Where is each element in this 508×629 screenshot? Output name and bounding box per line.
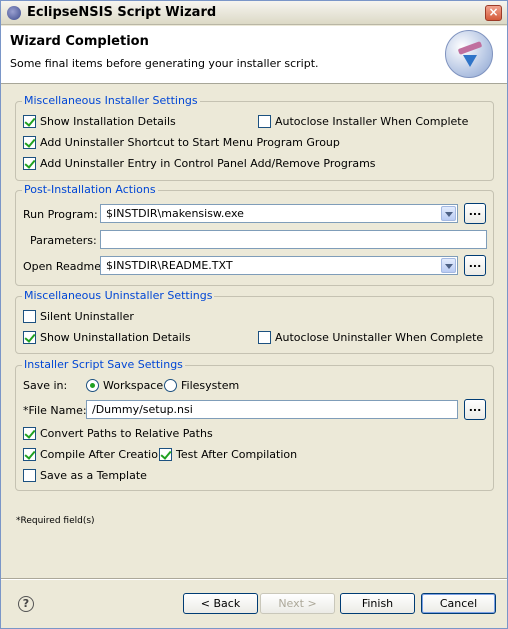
checkbox-box[interactable]	[23, 468, 36, 482]
convert-paths-checkbox[interactable]: Convert Paths to Relative Paths	[23, 425, 213, 441]
wizard-window: EclipseNSIS Script Wizard × Wizard Compl…	[0, 0, 508, 629]
checkbox-box[interactable]	[23, 426, 36, 440]
radio-label: Filesystem	[181, 378, 240, 392]
window-title: EclipseNSIS Script Wizard	[27, 5, 217, 20]
post-installation-group: Post-Installation Actions Run Program: $…	[15, 183, 494, 286]
run-program-combo[interactable]: $INSTDIR\makensisw.exe	[100, 204, 458, 223]
silent-uninstaller-checkbox[interactable]: Silent Uninstaller	[23, 308, 134, 324]
next-button: Next >	[260, 593, 335, 614]
checkbox-box[interactable]	[23, 135, 36, 149]
open-readme-browse-button[interactable]: ...	[464, 255, 486, 276]
misc-uninstaller-legend: Miscellaneous Uninstaller Settings	[22, 289, 215, 302]
wizard-logo-icon	[445, 30, 493, 78]
save-in-label: Save in:	[23, 379, 68, 392]
help-icon[interactable]: ?	[18, 596, 34, 612]
checkbox-label: Convert Paths to Relative Paths	[40, 426, 213, 440]
checkbox-box[interactable]	[23, 330, 36, 344]
save-as-template-checkbox[interactable]: Save as a Template	[23, 467, 147, 483]
uninstaller-shortcut-checkbox[interactable]: Add Uninstaller Shortcut to Start Menu P…	[23, 134, 340, 150]
radio-circle[interactable]	[164, 378, 177, 392]
radio-circle[interactable]	[86, 378, 99, 392]
required-fields-note: *Required field(s)	[16, 516, 95, 526]
back-button[interactable]: < Back	[183, 593, 258, 614]
show-uninstallation-details-checkbox[interactable]: Show Uninstallation Details	[23, 329, 191, 345]
autoclose-uninstaller-checkbox[interactable]: Autoclose Uninstaller When Complete	[258, 329, 483, 345]
compile-after-creation-checkbox[interactable]: Compile After Creation	[23, 446, 165, 462]
checkbox-label: Add Uninstaller Entry in Control Panel A…	[40, 156, 376, 170]
save-settings-legend: Installer Script Save Settings	[22, 358, 185, 371]
checkbox-box[interactable]	[23, 114, 36, 128]
title-bar[interactable]: EclipseNSIS Script Wizard ×	[1, 1, 507, 25]
close-button[interactable]: ×	[485, 5, 502, 21]
chevron-down-icon[interactable]	[441, 258, 456, 273]
uninstaller-entry-checkbox[interactable]: Add Uninstaller Entry in Control Panel A…	[23, 155, 376, 171]
eclipse-nsis-icon	[7, 6, 21, 20]
checkbox-box[interactable]	[23, 447, 36, 461]
parameters-input[interactable]	[100, 230, 487, 249]
misc-installer-legend: Miscellaneous Installer Settings	[22, 94, 200, 107]
finish-button[interactable]: Finish	[340, 593, 415, 614]
workspace-radio[interactable]: Workspace	[86, 377, 163, 393]
checkbox-box[interactable]	[258, 330, 271, 344]
post-installation-legend: Post-Installation Actions	[22, 183, 158, 196]
autoclose-installer-checkbox[interactable]: Autoclose Installer When Complete	[258, 113, 468, 129]
wizard-header: Wizard Completion Some final items befor…	[1, 26, 507, 84]
checkbox-label: Add Uninstaller Shortcut to Start Menu P…	[40, 135, 340, 149]
run-program-value: $INSTDIR\makensisw.exe	[106, 207, 244, 220]
checkbox-box[interactable]	[23, 309, 36, 323]
checkbox-label: Save as a Template	[40, 468, 147, 482]
file-name-label: *File Name:	[23, 404, 87, 417]
run-program-label: Run Program:	[23, 208, 98, 221]
test-after-compilation-checkbox[interactable]: Test After Compilation	[159, 446, 297, 462]
save-settings-group: Installer Script Save Settings Save in: …	[15, 358, 494, 491]
checkbox-label: Show Installation Details	[40, 114, 176, 128]
checkbox-label: Autoclose Uninstaller When Complete	[275, 330, 484, 344]
misc-uninstaller-group: Miscellaneous Uninstaller Settings Silen…	[15, 289, 494, 354]
checkbox-box[interactable]	[23, 156, 36, 170]
chevron-down-icon[interactable]	[441, 206, 456, 221]
page-title: Wizard Completion	[10, 34, 149, 49]
show-installation-details-checkbox[interactable]: Show Installation Details	[23, 113, 176, 129]
checkbox-label: Show Uninstallation Details	[40, 330, 191, 344]
footer-separator	[1, 578, 507, 580]
misc-installer-group: Miscellaneous Installer Settings Show In…	[15, 94, 494, 181]
open-readme-label: Open Readme:	[23, 260, 105, 273]
checkbox-label: Test After Compilation	[176, 447, 298, 461]
checkbox-box[interactable]	[159, 447, 172, 461]
checkbox-box[interactable]	[258, 114, 271, 128]
run-program-browse-button[interactable]: ...	[464, 203, 486, 224]
parameters-label: Parameters:	[30, 234, 97, 247]
open-readme-value: $INSTDIR\README.TXT	[106, 259, 233, 272]
cancel-button[interactable]: Cancel	[421, 593, 496, 614]
logo-bar-shape	[457, 41, 483, 55]
checkbox-label: Autoclose Installer When Complete	[275, 114, 469, 128]
checkbox-label: Compile After Creation	[40, 447, 165, 461]
file-name-input[interactable]: /Dummy/setup.nsi	[86, 400, 458, 419]
logo-arrow-shape	[463, 55, 477, 67]
filesystem-radio[interactable]: Filesystem	[164, 377, 239, 393]
file-name-browse-button[interactable]: ...	[464, 399, 486, 420]
page-description: Some final items before generating your …	[10, 57, 319, 70]
checkbox-label: Silent Uninstaller	[40, 309, 134, 323]
radio-label: Workspace	[103, 378, 164, 392]
open-readme-combo[interactable]: $INSTDIR\README.TXT	[100, 256, 458, 275]
